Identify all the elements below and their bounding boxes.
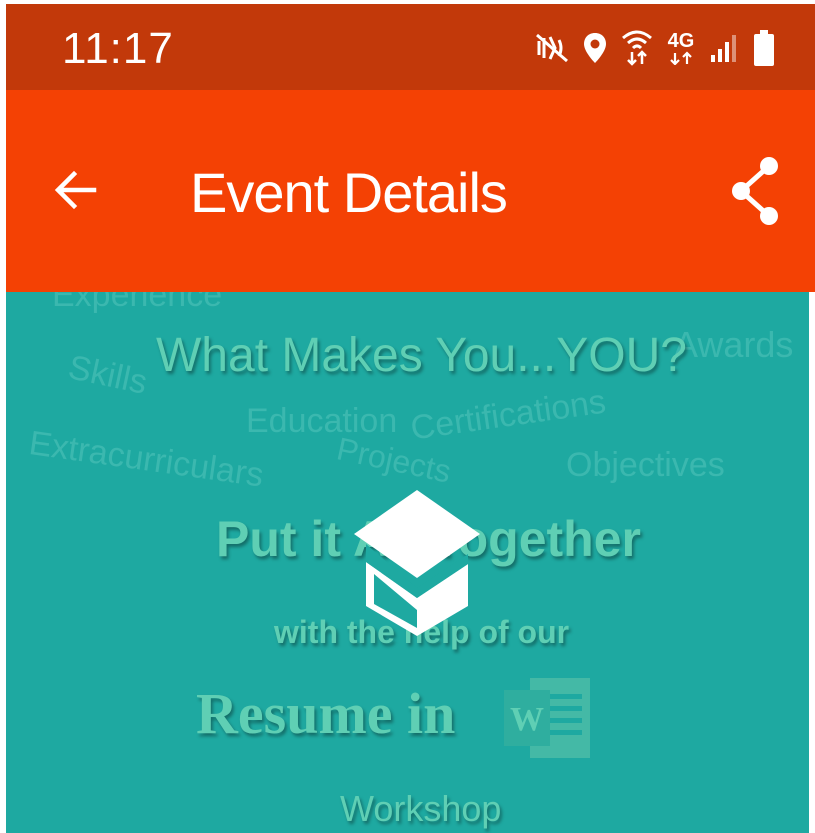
signal-icon	[709, 33, 739, 63]
banner-word-experience: Experience	[52, 292, 223, 314]
battery-icon	[753, 29, 775, 67]
graduation-cap-icon	[352, 488, 482, 643]
word-logo: W	[504, 672, 594, 769]
share-icon	[731, 156, 781, 231]
network-4g-icon: 4G	[667, 31, 695, 65]
status-icons: 4G	[535, 24, 775, 72]
banner-line-workshop: Workshop	[340, 788, 502, 829]
page-title: Event Details	[190, 161, 508, 224]
banner-word-education: Education	[246, 402, 398, 440]
mute-vibrate-icon	[535, 33, 569, 63]
banner-word-skills: Skills	[65, 348, 151, 402]
banner-line-resume-in: Resume in	[196, 681, 456, 746]
wifi-calling-icon	[621, 30, 653, 66]
event-banner-image: Experience Skills Awards Education Certi…	[6, 292, 809, 833]
status-bar: 11:17 4G	[6, 4, 815, 90]
location-icon	[583, 32, 607, 64]
banner-word-certifications: Certifications	[408, 382, 609, 448]
share-button[interactable]	[725, 156, 787, 230]
banner-word-objectives: Objectives	[566, 446, 725, 484]
back-button[interactable]	[46, 162, 106, 222]
banner-headline: What Makes You...YOU?	[156, 329, 687, 382]
screen: 11:17 4G Event Details Experience Skills…	[0, 0, 815, 833]
banner-word-extracurriculars: Extracurriculars	[26, 424, 266, 495]
arrow-left-icon	[54, 168, 98, 217]
banner-word-awards: Awards	[674, 324, 794, 365]
status-time: 11:17	[62, 24, 174, 73]
word-logo-letter: W	[510, 701, 544, 738]
